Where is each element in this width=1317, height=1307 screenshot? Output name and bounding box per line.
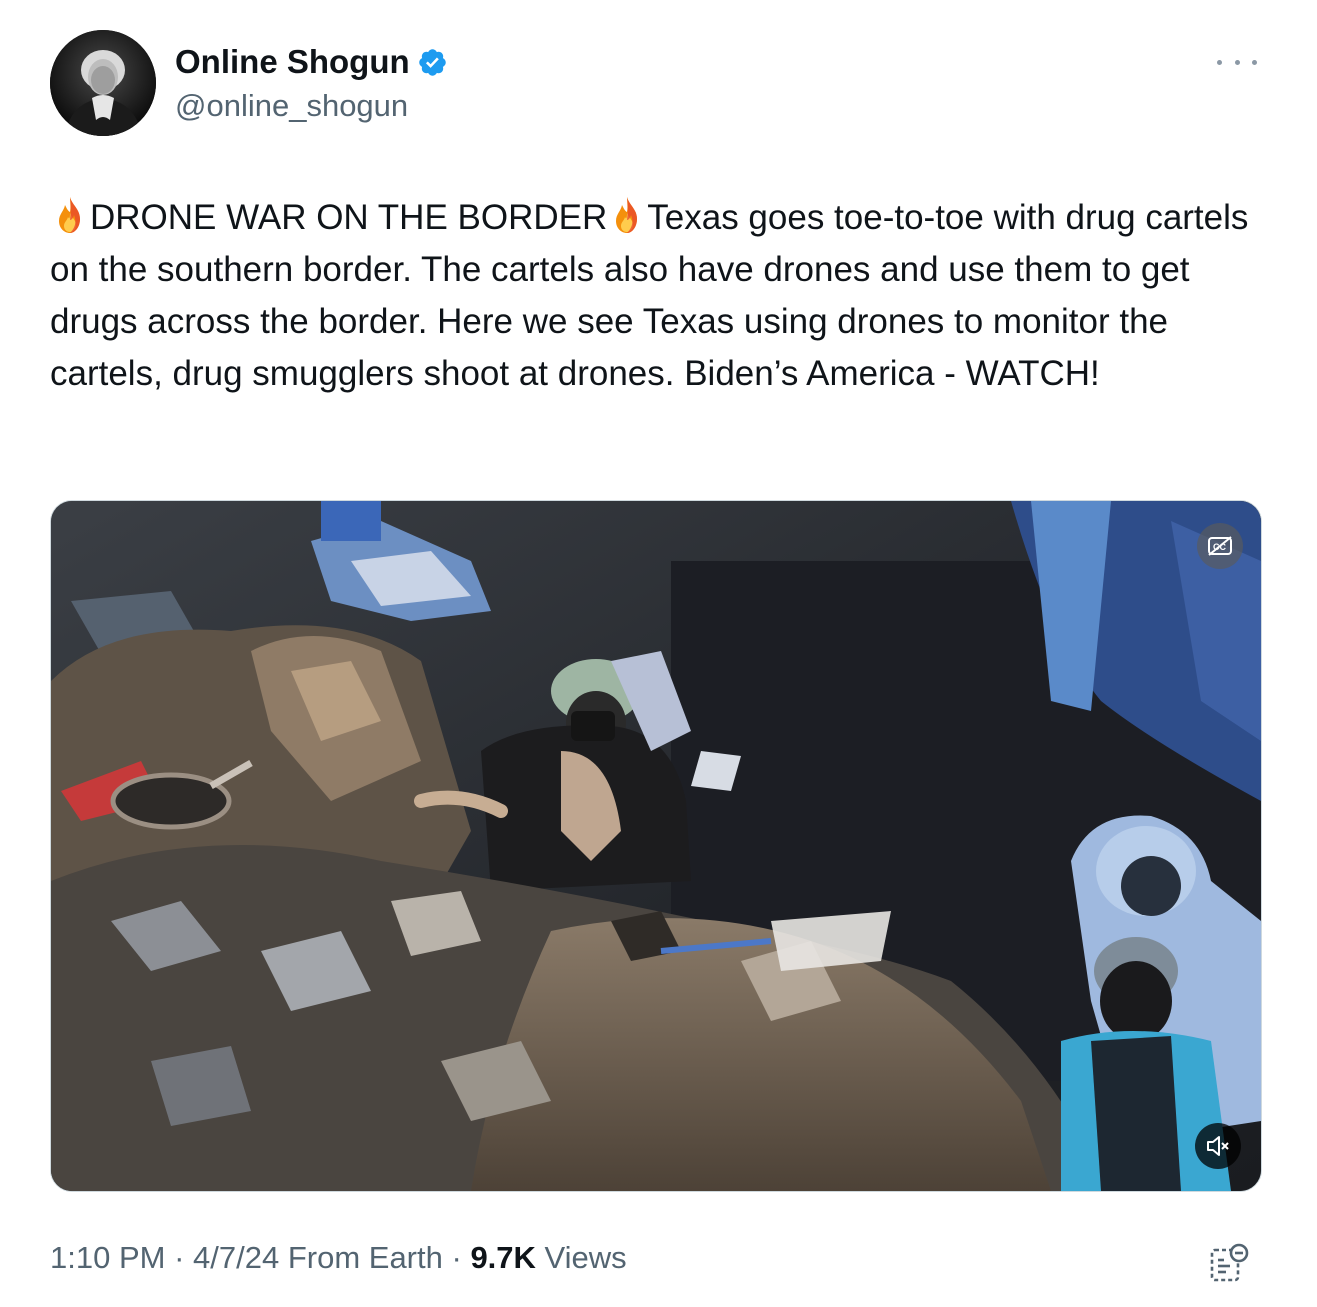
author-display-name[interactable]: Online Shogun	[175, 43, 410, 81]
author-info: Online Shogun @online_shogun	[175, 42, 448, 124]
tweet-source: From Earth	[279, 1240, 443, 1275]
tweet-header: Online Shogun @online_shogun	[50, 30, 1265, 136]
author-avatar[interactable]	[50, 30, 156, 136]
verified-badge-icon[interactable]	[417, 47, 448, 78]
views-label: Views	[535, 1240, 627, 1275]
tweet-text: DRONE WAR ON THE BORDER Texas goes toe-to…	[50, 192, 1275, 400]
tweet-date[interactable]: 4/7/24	[193, 1240, 279, 1276]
tweet-headline: DRONE WAR ON THE BORDER	[90, 198, 608, 237]
author-handle[interactable]: @online_shogun	[175, 88, 448, 124]
speaker-muted-icon[interactable]	[1195, 1123, 1241, 1169]
meta-separator: ·	[165, 1240, 194, 1275]
post-analytics-icon[interactable]	[1208, 1242, 1250, 1284]
more-options-icon[interactable]	[1217, 50, 1257, 74]
more-dot	[1252, 59, 1257, 65]
tweet-meta: 1:10 PM · 4/7/24 From Earth · 9.7K Views	[50, 1240, 627, 1276]
views-count: 9.7K	[470, 1240, 536, 1275]
more-dot	[1234, 59, 1240, 65]
video-player[interactable]: CC	[50, 500, 1262, 1192]
fire-emoji-icon	[616, 197, 638, 233]
more-dot	[1217, 59, 1222, 65]
fire-emoji-icon	[59, 197, 80, 233]
meta-separator: ·	[442, 1240, 471, 1275]
video-frame	[51, 501, 1261, 1191]
tweet-time[interactable]: 1:10 PM	[50, 1240, 165, 1276]
captions-off-icon[interactable]: CC	[1197, 523, 1243, 569]
display-name-row: Online Shogun	[175, 42, 448, 82]
